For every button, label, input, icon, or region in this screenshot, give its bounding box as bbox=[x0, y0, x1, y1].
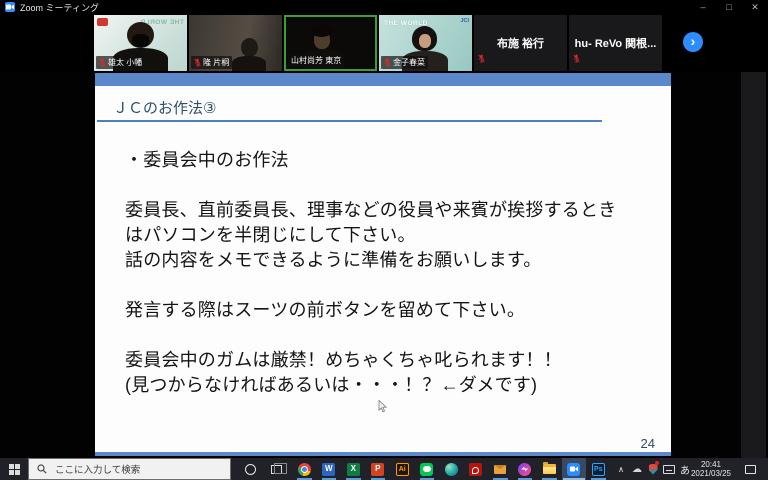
taskbar-illustrator-button[interactable]: Ai bbox=[390, 458, 415, 480]
taskbar-edge-button[interactable] bbox=[439, 458, 464, 480]
participant-name-badge: 雄太 小幡 bbox=[96, 56, 145, 69]
taskbar-messenger-button[interactable] bbox=[513, 458, 538, 480]
taskbar-word-button[interactable]: W bbox=[317, 458, 342, 480]
taskbar-excel-button[interactable]: X bbox=[341, 458, 366, 480]
photoshop-icon: Ps bbox=[592, 463, 605, 476]
taskbar-zoom-button[interactable] bbox=[562, 458, 587, 480]
cortana-icon bbox=[245, 464, 256, 475]
participant-tile-2[interactable]: 隆 片桐 bbox=[189, 15, 282, 71]
windows-logo-icon bbox=[9, 464, 20, 475]
participant-tile-1[interactable]: THE WORLD 雄太 小幡 bbox=[94, 15, 187, 71]
slide-body-line: 話の内容をメモできるように準備をお願いします。 bbox=[125, 246, 616, 271]
action-center-icon bbox=[745, 465, 756, 474]
muted-mic-icon bbox=[194, 58, 201, 67]
more-participants-button[interactable]: › bbox=[683, 32, 703, 52]
task-view-button[interactable] bbox=[264, 458, 288, 480]
tray-show-hidden-icons-button[interactable]: ∧ bbox=[614, 458, 628, 480]
participant-name-badge: 山村尚芳 東京 bbox=[288, 54, 344, 67]
background-badge bbox=[97, 18, 108, 26]
muted-mic-icon bbox=[99, 58, 106, 67]
slide-body-line: ・委員会中のお作法 bbox=[125, 146, 616, 171]
shared-window-bottom-bar bbox=[95, 452, 671, 456]
slide-body-line bbox=[125, 321, 616, 346]
participant-tile-3-active-speaker[interactable]: 山村尚芳 東京 bbox=[284, 15, 377, 71]
slide-body-line bbox=[125, 171, 616, 196]
slide-body-line: 委員会中のガムは厳禁！めちゃくちゃ叱られます！！ bbox=[125, 346, 616, 371]
participant-silhouette bbox=[232, 56, 266, 71]
clock-time: 20:41 bbox=[701, 460, 721, 469]
face-mask bbox=[132, 34, 149, 47]
task-view-icon bbox=[271, 465, 282, 474]
slide-body-line: はパソコンを半閉じにして下さい。 bbox=[125, 221, 616, 246]
start-button[interactable] bbox=[0, 458, 28, 480]
cortana-button[interactable] bbox=[238, 458, 262, 480]
participant-silhouette bbox=[311, 25, 332, 37]
slide-body-line: 委員長、直前委員長、理事などの役員や来賓が挨拶するとき bbox=[125, 196, 616, 221]
muted-mic-icon bbox=[573, 50, 580, 68]
participant-silhouette bbox=[241, 38, 258, 57]
participant-name: 布施 裕行 bbox=[474, 15, 567, 71]
zoom-app-icon bbox=[5, 2, 15, 12]
participant-name: hu- ReVo 関根... bbox=[569, 15, 662, 71]
participant-name-badge: 隆 片桐 bbox=[191, 56, 232, 69]
muted-mic-icon bbox=[384, 58, 391, 67]
powerpoint-icon: P bbox=[371, 463, 384, 476]
action-center-button[interactable] bbox=[740, 458, 760, 480]
taskbar-clock[interactable]: 20:41 2021/03/25 bbox=[690, 458, 732, 480]
window-title: Zoom ミーティング bbox=[20, 1, 99, 14]
participant-tile-4[interactable]: THE WORLD JCI 金子春菜 bbox=[379, 15, 472, 71]
messenger-icon bbox=[518, 463, 531, 476]
slide-page-number: 24 bbox=[615, 436, 655, 451]
taskbar-line-button[interactable] bbox=[415, 458, 440, 480]
taskbar-acrobat-button[interactable] bbox=[464, 458, 489, 480]
search-placeholder: ここに入力して検索 bbox=[55, 462, 140, 476]
title-underline bbox=[97, 120, 602, 122]
taskbar-chrome-button[interactable] bbox=[292, 458, 317, 480]
slide-body-line: (見つからなければあるいは・・・！？←ダメです) bbox=[125, 371, 616, 396]
clock-date: 2021/03/25 bbox=[691, 469, 731, 478]
search-icon bbox=[37, 464, 47, 474]
taskbar-explorer-button[interactable] bbox=[537, 458, 562, 480]
taskbar-powerpoint-button[interactable]: P bbox=[366, 458, 391, 480]
zoom-window-titlebar: Zoom ミーティング – □ ✕ bbox=[0, 0, 768, 14]
mouse-cursor bbox=[378, 400, 387, 418]
participant-tile-6-video-off[interactable]: hu- ReVo 関根... bbox=[569, 15, 662, 71]
slide-body-line bbox=[125, 271, 616, 296]
taskbar-photoshop-button[interactable]: Ps bbox=[586, 458, 611, 480]
chrome-icon bbox=[298, 463, 311, 476]
close-button[interactable]: ✕ bbox=[742, 0, 768, 14]
shared-window: ＪＣのお作法③ ・委員会中のお作法 委員長、直前委員長、理事などの役員や来賓が挨… bbox=[95, 73, 671, 456]
onedrive-icon[interactable]: ☁ bbox=[629, 458, 645, 480]
slide-title: ＪＣのお作法③ bbox=[113, 97, 216, 118]
illustrator-icon: Ai bbox=[396, 463, 409, 476]
participant-silhouette bbox=[419, 34, 431, 48]
excel-icon: X bbox=[347, 463, 360, 476]
slide-body: ・委員会中のお作法 委員長、直前委員長、理事などの役員や来賓が挨拶するとき はパ… bbox=[125, 146, 616, 396]
word-icon: W bbox=[322, 463, 335, 476]
maximize-button[interactable]: □ bbox=[716, 0, 742, 14]
slide-body-line: 発言する際はスーツの前ボタンを留めて下さい。 bbox=[125, 296, 616, 321]
muted-mic-icon bbox=[478, 50, 485, 68]
jci-logo: JCI bbox=[460, 18, 469, 24]
participant-tile-5-video-off[interactable]: 布施 裕行 bbox=[474, 15, 567, 71]
windows-taskbar: ここに入力して検索 W X P Ai Ps ∧ ☁ あ 20:41 2021/0… bbox=[0, 458, 768, 480]
presentation-slide: ＪＣのお作法③ ・委員会中のお作法 委員長、直前委員長、理事などの役員や来賓が挨… bbox=[95, 86, 671, 452]
acrobat-icon bbox=[469, 463, 482, 476]
file-explorer-icon bbox=[543, 464, 556, 474]
video-strip: THE WORLD 雄太 小幡 隆 片桐 山村尚芳 東京 THE WORLD J… bbox=[0, 14, 768, 72]
notification-dot bbox=[655, 461, 659, 465]
right-edge-strip bbox=[741, 72, 766, 458]
taskbar-mail-button[interactable] bbox=[488, 458, 513, 480]
security-icon[interactable] bbox=[646, 458, 660, 480]
mail-icon bbox=[494, 465, 506, 474]
shared-window-top-bar bbox=[95, 73, 671, 86]
minimize-button[interactable]: – bbox=[690, 0, 716, 14]
touch-keyboard-icon[interactable] bbox=[661, 458, 677, 480]
participant-name-badge: 金子春菜 bbox=[381, 56, 428, 69]
zoom-icon bbox=[567, 463, 580, 476]
screen-share-area: ＪＣのお作法③ ・委員会中のお作法 委員長、直前委員長、理事などの役員や来賓が挨… bbox=[0, 72, 768, 458]
edge-icon bbox=[445, 463, 458, 476]
taskbar-search-input[interactable]: ここに入力して検索 bbox=[28, 458, 231, 480]
line-icon bbox=[420, 463, 433, 476]
